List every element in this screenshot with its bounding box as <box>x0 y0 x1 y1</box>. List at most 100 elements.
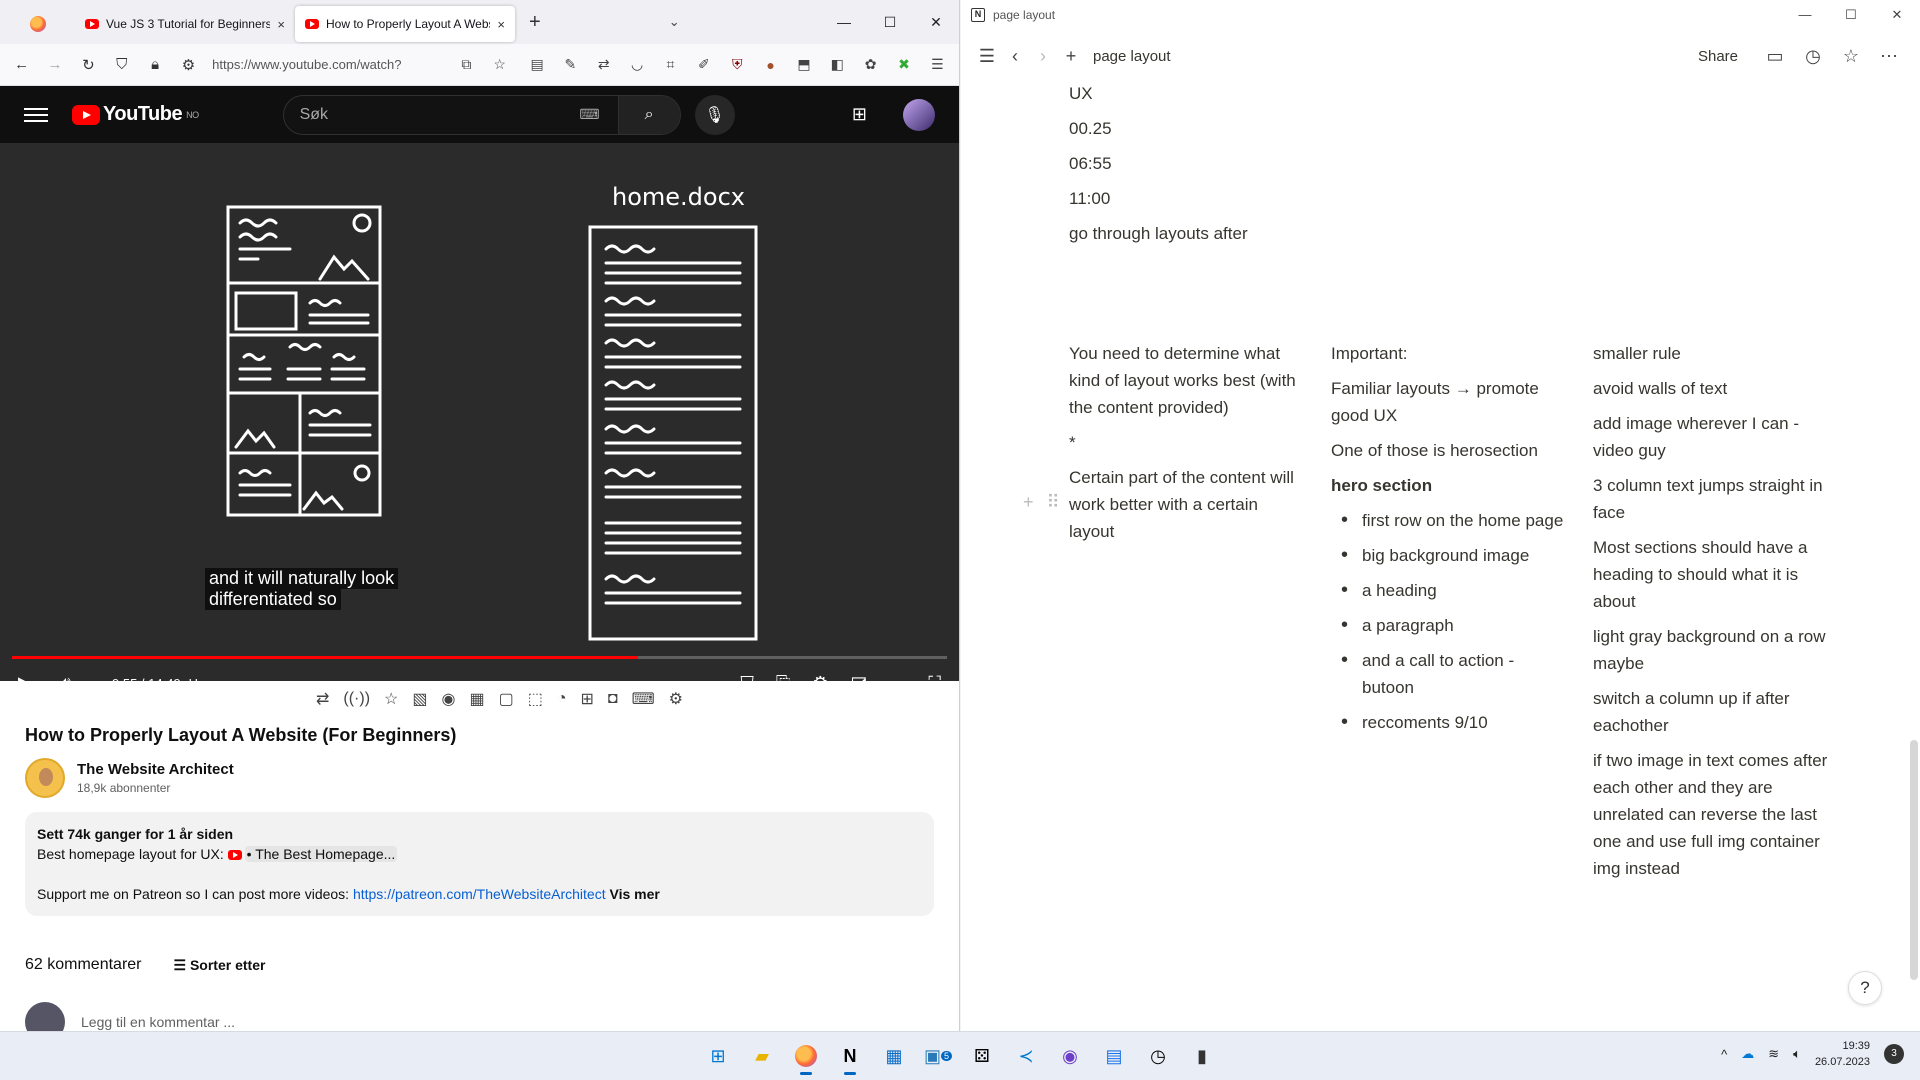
text-block[interactable]: Familiar layouts → promote good UX <box>1331 375 1569 429</box>
microphone-icon[interactable]: 🎙︎ <box>694 94 735 135</box>
text-block[interactable]: You need to determine what kind of layou… <box>1069 340 1307 421</box>
speaker-icon[interactable]: 🔈︎ <box>1793 1046 1801 1062</box>
wrench-icon[interactable]: ✎ <box>557 51 584 79</box>
tab-vue-tutorial[interactable]: Vue JS 3 Tutorial for Beginners # × <box>75 6 295 42</box>
text-block[interactable]: Important: <box>1331 340 1569 367</box>
puzzle-icon[interactable]: ⬒ <box>790 51 817 79</box>
text-block[interactable]: 00.25 <box>1069 115 1248 150</box>
maximize-button[interactable]: ☐ <box>867 14 913 31</box>
history-clock-icon[interactable]: ◷ <box>1794 46 1832 67</box>
terminal-icon[interactable]: ▮ <box>1184 1038 1220 1074</box>
firefox-menu-tab[interactable] <box>0 6 75 42</box>
volume-icon[interactable]: 🔊︎ <box>60 673 102 694</box>
text-block[interactable]: UX <box>1069 80 1248 115</box>
close-window-button[interactable]: ✕ <box>1874 7 1920 23</box>
wifi-icon[interactable]: ≋ <box>1768 1046 1779 1062</box>
drag-handle-icon[interactable]: + ⠿ <box>1023 492 1064 513</box>
tab-website-layout[interactable]: How to Properly Layout A Webs × <box>295 6 515 42</box>
cookie-icon[interactable]: ● <box>757 51 784 79</box>
create-video-icon[interactable]: ⊞ <box>852 104 867 125</box>
help-button[interactable]: ? <box>1848 971 1882 1005</box>
maximize-button[interactable]: ☐ <box>1828 7 1874 23</box>
channel-name[interactable]: The Website Architect <box>77 761 234 778</box>
list-item[interactable]: and a call to action - butoon <box>1331 647 1569 701</box>
text-block[interactable]: go through layouts after <box>1069 220 1248 255</box>
more-options-icon[interactable]: ⋯ <box>1870 46 1908 67</box>
back-arrow-icon[interactable]: ← <box>8 56 35 73</box>
reload-icon[interactable]: ↻ <box>75 56 102 74</box>
text-block[interactable]: smaller rule <box>1593 340 1831 367</box>
progress-bar[interactable] <box>12 656 947 659</box>
avatar[interactable] <box>903 98 935 131</box>
youtube-logo[interactable]: YouTube NO <box>72 103 199 126</box>
breadcrumb[interactable]: page layout <box>1093 48 1171 65</box>
scrollbar[interactable] <box>1910 740 1918 980</box>
start-windows-icon[interactable]: ⊞ <box>700 1038 736 1074</box>
text-block[interactable]: add image wherever I can - video guy <box>1593 410 1831 464</box>
subtitles-icon[interactable]: ⎘ <box>776 673 790 694</box>
store-icon[interactable]: ▣ 5 <box>920 1038 956 1074</box>
list-item[interactable]: first row on the home page <box>1331 507 1569 534</box>
video-link[interactable]: • The Best Homepage... <box>244 846 398 862</box>
search-button[interactable]: ⌕ <box>617 95 680 134</box>
theater-mode-icon[interactable]: ▭ <box>889 673 906 694</box>
forward-arrow-icon[interactable]: → <box>41 56 68 73</box>
crop-icon[interactable]: ⌗ <box>657 51 684 79</box>
hamburger-menu-icon[interactable]: ☰ <box>924 51 951 79</box>
notification-badge[interactable]: 3 <box>1884 1044 1904 1064</box>
youtube-menu-icon[interactable] <box>24 104 48 126</box>
translate-icon[interactable]: ⧉ <box>453 51 480 79</box>
text-block[interactable]: light gray background on a row maybe <box>1593 623 1831 677</box>
lock-icon[interactable]: 🔒︎ <box>141 56 168 73</box>
clock[interactable]: 19:39 26.07.2023 <box>1815 1038 1870 1070</box>
forward-chevron-icon[interactable]: › <box>1029 46 1057 67</box>
sidebar-menu-icon[interactable]: ☰ <box>973 46 1001 67</box>
text-block[interactable]: switch a column up if after eachother <box>1593 685 1831 739</box>
video-player[interactable]: home.docx and it will naturally look dif… <box>0 143 959 693</box>
clock-app-icon[interactable]: ◷ <box>1140 1038 1176 1074</box>
favorite-star-icon[interactable]: ☆ <box>1832 46 1870 67</box>
ublock-icon[interactable]: ⛨ <box>724 51 751 79</box>
text-block[interactable]: 11:00 <box>1069 185 1248 220</box>
text-block[interactable]: Certain part of the content will work be… <box>1069 464 1307 545</box>
extension-shuffle-icon[interactable]: ⇄ <box>590 51 617 79</box>
text-block[interactable]: One of those is herosection <box>1331 437 1569 464</box>
sort-button[interactable]: ☰ Sorter etter <box>174 957 266 974</box>
minimize-button[interactable]: — <box>1782 7 1828 23</box>
notepad-icon[interactable]: ▤ <box>1096 1038 1132 1074</box>
new-tab-button[interactable]: + <box>529 11 541 34</box>
list-item[interactable]: a paragraph <box>1331 612 1569 639</box>
onedrive-cloud-icon[interactable]: ☁ <box>1741 1046 1754 1062</box>
text-block[interactable]: * <box>1069 429 1307 456</box>
add-comment-row[interactable]: Legg til en kommentar ... <box>25 1002 934 1031</box>
comments-icon[interactable]: ▭ <box>1756 46 1794 67</box>
channel-avatar[interactable] <box>25 758 65 798</box>
tab-close-icon[interactable]: × <box>497 17 505 32</box>
chapter-chevron-icon[interactable]: › <box>260 676 264 691</box>
close-window-button[interactable]: ✕ <box>913 14 959 31</box>
tray-chevron-icon[interactable]: ^ <box>1721 1047 1727 1062</box>
tab-close-icon[interactable]: × <box>277 17 285 32</box>
extension-icon[interactable]: ✿ <box>857 51 884 79</box>
firefox-taskbar-icon[interactable] <box>788 1038 824 1075</box>
search-input[interactable]: Søk <box>284 106 580 124</box>
bookmark-star-icon[interactable]: ☆ <box>486 51 513 79</box>
text-block[interactable]: 3 column text jumps straight in face <box>1593 472 1831 526</box>
calendar-icon[interactable]: ▦ <box>876 1038 912 1074</box>
shield-icon[interactable]: ⛉ <box>108 56 135 73</box>
permissions-icon[interactable]: ⚙ <box>175 56 202 74</box>
back-chevron-icon[interactable]: ‹ <box>1001 46 1029 67</box>
text-block[interactable]: if two image in text comes after each ot… <box>1593 747 1831 882</box>
text-block[interactable]: Most sections should have a heading to s… <box>1593 534 1831 615</box>
reader-view-icon[interactable]: ▤ <box>523 51 550 79</box>
url-field[interactable]: https://www.youtube.com/watch? <box>212 57 447 72</box>
close-tabs-icon[interactable]: ✖ <box>890 51 917 79</box>
show-more-button[interactable]: Vis mer <box>609 886 659 902</box>
fullscreen-icon[interactable]: ⛶ <box>928 673 941 694</box>
notion-taskbar-icon[interactable]: N <box>832 1038 868 1075</box>
settings-gear-icon[interactable]: ⚙ <box>812 673 828 694</box>
sponsor-shield-icon[interactable]: ⛉ <box>740 673 754 694</box>
list-item[interactable]: big background image <box>1331 542 1569 569</box>
chapter-label[interactable]: Homepage <box>189 676 253 691</box>
pocket-icon[interactable]: ◡ <box>623 51 650 79</box>
